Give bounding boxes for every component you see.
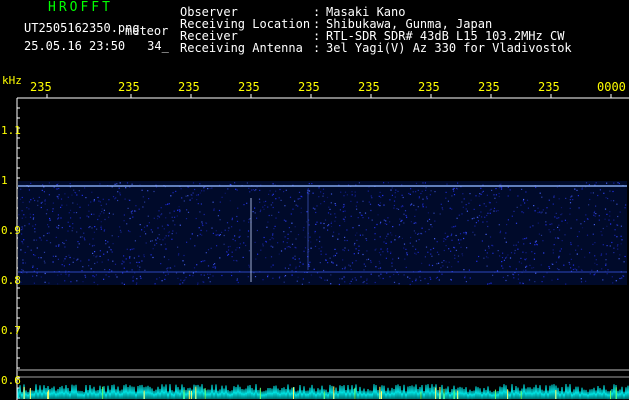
file-name: UT2505162350.png bbox=[24, 21, 140, 35]
x-tick-label: 0000 bbox=[597, 80, 626, 94]
x-tick-label: 235 bbox=[478, 80, 500, 94]
app-title: HROFFT bbox=[48, 0, 113, 15]
x-tick-label: 235 bbox=[178, 80, 200, 94]
y-tick-label: 0.8 bbox=[1, 274, 21, 287]
y-tick-label: 1.1 bbox=[1, 124, 21, 137]
x-tick-label: 235 bbox=[118, 80, 140, 94]
hrofft-screen: HROFFT UT2505162350.png meteor 25.05.16 … bbox=[0, 0, 629, 400]
bottom-signal-trace bbox=[17, 383, 629, 400]
x-tick-label: 235 bbox=[298, 80, 320, 94]
date-time-value: 25.05.16 23:50 bbox=[24, 39, 126, 53]
info-value-antenna: 3el Yagi(V) Az 330 for Vladivostok bbox=[326, 41, 572, 55]
y-axis-unit: kHz bbox=[2, 74, 22, 87]
y-tick-label: 0.7 bbox=[1, 324, 21, 337]
x-tick-label: 235 bbox=[238, 80, 260, 94]
y-tick-label: 1 bbox=[1, 174, 8, 187]
info-sep-antenna: : bbox=[313, 41, 321, 55]
x-tick-label: 235 bbox=[538, 80, 560, 94]
x-tick-label: 235 bbox=[30, 80, 52, 94]
info-label-antenna: Receiving Antenna bbox=[180, 41, 303, 55]
event-label: meteor bbox=[125, 24, 169, 38]
seconds-value: 34_ bbox=[147, 39, 169, 53]
spectrogram-plot bbox=[16, 94, 629, 400]
date-time: 25.05.16 23:50 34_ bbox=[24, 40, 169, 52]
x-tick-label: 235 bbox=[358, 80, 380, 94]
y-tick-label: 0.6 bbox=[1, 374, 21, 387]
x-tick-marks bbox=[46, 94, 612, 98]
y-tick-label: 0.9 bbox=[1, 224, 21, 237]
x-tick-label: 235 bbox=[418, 80, 440, 94]
